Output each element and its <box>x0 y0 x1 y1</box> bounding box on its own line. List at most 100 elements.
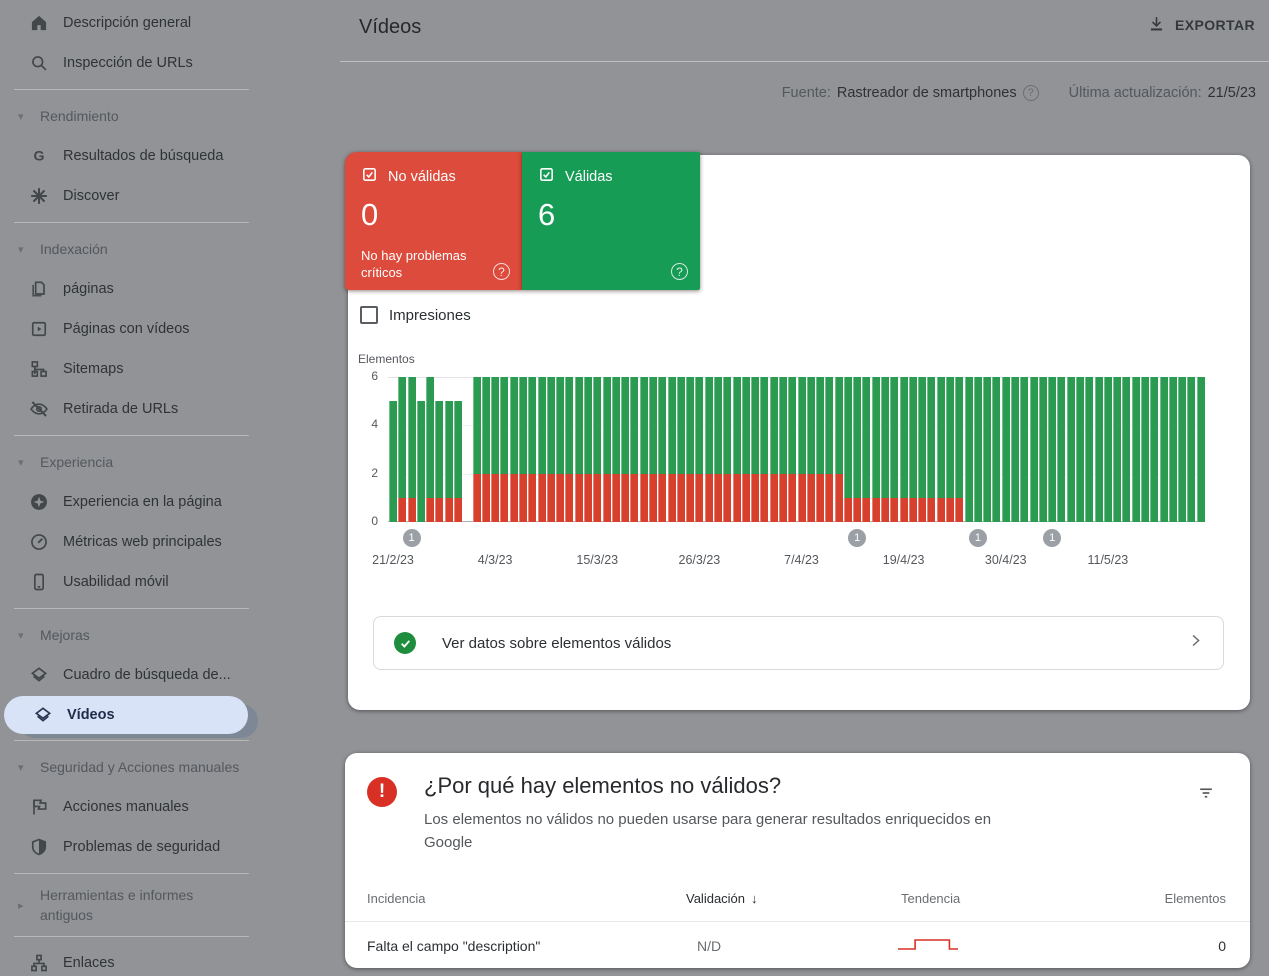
chart-bar[interactable] <box>1141 377 1149 522</box>
sidebar-item-discover[interactable]: Discover <box>0 176 265 216</box>
chart-bar[interactable] <box>658 377 666 522</box>
chart-bar[interactable] <box>955 377 963 522</box>
chart-bar[interactable] <box>426 377 434 522</box>
sidebar-section-indexaci-n[interactable]: ▾Indexación <box>0 229 265 269</box>
chart-bar[interactable] <box>1113 377 1121 522</box>
filter-icon[interactable] <box>1196 783 1216 808</box>
chart-bar[interactable] <box>946 377 954 522</box>
chart-bar[interactable] <box>1104 377 1112 522</box>
chart-bar[interactable] <box>575 377 583 522</box>
view-valid-items-row[interactable]: Ver datos sobre elementos válidos <box>373 616 1224 670</box>
chart-bar[interactable] <box>1150 377 1158 522</box>
chart-bar[interactable] <box>389 401 397 522</box>
chart-bar[interactable] <box>435 401 443 522</box>
chart-bar[interactable] <box>1039 377 1047 522</box>
sidebar-item-resultados-de-b-squeda[interactable]: GResultados de búsqueda <box>0 136 265 176</box>
chart-bar[interactable] <box>445 401 453 522</box>
sidebar-section-seguridad-y-acciones-manuales[interactable]: ▾Seguridad y Acciones manuales <box>0 747 265 787</box>
impressions-checkbox[interactable]: Impresiones <box>360 306 471 324</box>
chart-bar[interactable] <box>547 377 555 522</box>
chart-bar[interactable] <box>1169 377 1177 522</box>
sidebar-item-inspecci-n-de-urls[interactable]: Inspección de URLs <box>0 43 265 83</box>
table-header-elementos[interactable]: Elementos <box>1165 891 1226 906</box>
export-button[interactable]: EXPORTAR <box>1147 14 1255 36</box>
chart-bar[interactable] <box>519 377 527 522</box>
chart-bar[interactable] <box>760 377 768 522</box>
chart-bar[interactable] <box>565 377 573 522</box>
chart-bar[interactable] <box>909 377 917 522</box>
chart-bar[interactable] <box>1067 377 1075 522</box>
sidebar-section-rendimiento[interactable]: ▾Rendimiento <box>0 96 265 136</box>
chart-bar[interactable] <box>733 377 741 522</box>
sidebar-item-acciones-manuales[interactable]: Acciones manuales <box>0 787 265 827</box>
chart-bar[interactable] <box>770 377 778 522</box>
chart-bar[interactable] <box>1178 377 1186 522</box>
valid-status-card[interactable]: Válidas 6 ? <box>522 152 700 290</box>
chart-bar[interactable] <box>872 377 880 522</box>
chart-bar[interactable] <box>482 377 490 522</box>
sidebar-item-v-deos[interactable]: Vídeos <box>4 696 248 734</box>
chart-bar[interactable] <box>798 377 806 522</box>
sidebar-item-retirada-de-urls[interactable]: Retirada de URLs <box>0 389 265 429</box>
items-chart[interactable] <box>388 377 1205 522</box>
chart-bar[interactable] <box>1197 377 1205 522</box>
chart-bar[interactable] <box>603 377 611 522</box>
invalid-status-card[interactable]: No válidas 0 No hay problemas críticos ? <box>345 152 522 290</box>
table-header-incidencia[interactable]: Incidencia <box>367 891 426 906</box>
chart-bar[interactable] <box>584 377 592 522</box>
chart-bar[interactable] <box>593 377 601 522</box>
sidebar-item-cuadro-de-b-squeda-de-[interactable]: Cuadro de búsqueda de... <box>0 655 265 695</box>
chart-bar[interactable] <box>1187 377 1195 522</box>
chart-bar[interactable] <box>1160 377 1168 522</box>
chart-bar[interactable] <box>881 377 889 522</box>
chart-bar[interactable] <box>937 377 945 522</box>
chart-bar[interactable] <box>1057 377 1065 522</box>
chart-bar[interactable] <box>1030 377 1038 522</box>
chart-bar[interactable] <box>918 377 926 522</box>
chart-bar[interactable] <box>723 377 731 522</box>
chart-bar[interactable] <box>779 377 787 522</box>
chart-bar[interactable] <box>1095 377 1103 522</box>
chart-bar[interactable] <box>630 377 638 522</box>
chart-bar[interactable] <box>751 377 759 522</box>
sidebar-item-usabilidad-m-vil[interactable]: Usabilidad móvil <box>0 562 265 602</box>
chart-bar[interactable] <box>612 377 620 522</box>
chart-bar[interactable] <box>1020 377 1028 522</box>
chart-bar[interactable] <box>825 377 833 522</box>
chart-bar[interactable] <box>528 377 536 522</box>
chart-bar[interactable] <box>677 377 685 522</box>
sidebar-section-experiencia[interactable]: ▾Experiencia <box>0 442 265 482</box>
chart-bar[interactable] <box>844 377 852 522</box>
sidebar-item-experiencia-en-la-p-gina[interactable]: Experiencia en la página <box>0 482 265 522</box>
chart-bar[interactable] <box>668 377 676 522</box>
sidebar-item-p-ginas[interactable]: páginas <box>0 269 265 309</box>
chart-bar[interactable] <box>807 377 815 522</box>
chart-bar[interactable] <box>1132 377 1140 522</box>
chart-bar[interactable] <box>816 377 824 522</box>
chart-bar[interactable] <box>538 377 546 522</box>
chart-bar[interactable] <box>705 377 713 522</box>
sidebar-item-enlaces[interactable]: Enlaces <box>0 943 265 976</box>
chart-bar[interactable] <box>983 377 991 522</box>
chart-bar[interactable] <box>686 377 694 522</box>
chart-bar[interactable] <box>408 377 416 522</box>
help-icon[interactable]: ? <box>493 263 510 280</box>
chart-bar[interactable] <box>640 377 648 522</box>
chart-bar[interactable] <box>500 377 508 522</box>
chart-bar[interactable] <box>1076 377 1084 522</box>
chart-bar[interactable] <box>714 377 722 522</box>
chart-bar[interactable] <box>890 377 898 522</box>
sidebar-item-sitemaps[interactable]: Sitemaps <box>0 349 265 389</box>
chart-bar[interactable] <box>1048 377 1056 522</box>
sidebar-item-problemas-de-seguridad[interactable]: Problemas de seguridad <box>0 827 265 867</box>
chart-bar[interactable] <box>510 377 518 522</box>
chart-bar[interactable] <box>835 377 843 522</box>
chart-bar[interactable] <box>900 377 908 522</box>
chart-bar[interactable] <box>1002 377 1010 522</box>
sidebar-section-herramientas-e-informes-antiguos[interactable]: ▸Herramientas e informes antiguos <box>0 880 265 930</box>
chart-bar[interactable] <box>556 377 564 522</box>
checkbox-icon[interactable] <box>360 306 378 324</box>
issue-row-label[interactable]: Falta el campo "description" <box>367 938 540 954</box>
help-icon[interactable]: ? <box>671 263 688 280</box>
chart-bar[interactable] <box>992 377 1000 522</box>
